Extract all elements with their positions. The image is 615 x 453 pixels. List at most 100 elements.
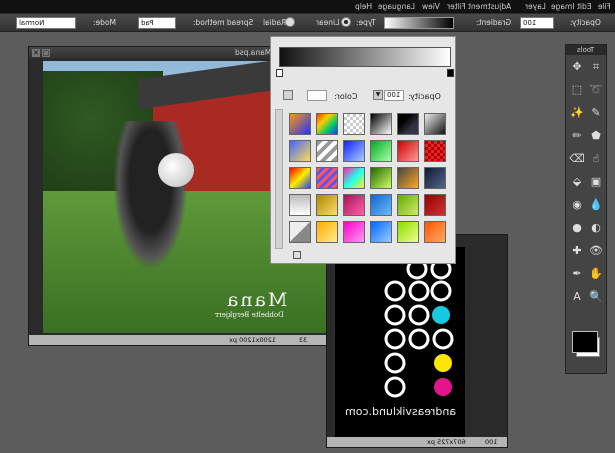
- gradient-bar[interactable]: [279, 47, 451, 67]
- move-icon[interactable]: ✥: [569, 59, 585, 75]
- gradient-preset-swatch[interactable]: [397, 221, 419, 243]
- logo-canvas: andreasviklund.com: [335, 247, 465, 437]
- zoom-value[interactable]: 33: [299, 335, 307, 345]
- gradient-preset-swatch[interactable]: [343, 113, 365, 135]
- document-status-bar-2: 607x725 px 100: [327, 437, 507, 447]
- burn-icon[interactable]: ◐: [588, 220, 604, 236]
- stop-opacity-input[interactable]: 100: [384, 90, 404, 101]
- gradient-preset-swatch[interactable]: [397, 167, 419, 189]
- gradient-preset-swatch[interactable]: [289, 194, 311, 216]
- redeye-icon[interactable]: 👁: [588, 243, 604, 259]
- document-dimensions: 1200x1200 px: [229, 336, 276, 344]
- stop-color-swatch[interactable]: [307, 90, 327, 101]
- watermark-subtitle: Dobbelte Bergkjerr: [215, 311, 284, 319]
- gradient-preset-swatch[interactable]: [343, 221, 365, 243]
- gradient-preset-swatch[interactable]: [316, 167, 338, 189]
- dodge-icon[interactable]: ●: [569, 220, 585, 236]
- gradient-preset-swatch[interactable]: [370, 167, 392, 189]
- zoom-icon[interactable]: 🔍: [588, 289, 604, 305]
- linear-label: Linear: [316, 18, 340, 27]
- logo-dot: [434, 378, 452, 396]
- color-stop-left[interactable]: [276, 69, 283, 77]
- gradient-preset-swatch[interactable]: [343, 194, 365, 216]
- crop-icon[interactable]: ⌗: [588, 59, 604, 75]
- marquee-icon[interactable]: ⬚: [569, 82, 585, 98]
- gradient-preset-swatch[interactable]: [289, 167, 311, 189]
- smudge-icon[interactable]: ☝: [588, 151, 604, 167]
- gradient-preset-swatch[interactable]: [370, 194, 392, 216]
- menu-help[interactable]: Help: [355, 2, 372, 11]
- new-preset-icon[interactable]: [293, 251, 301, 259]
- toolbox-panel: Tools ✥ ⌗ ⬚ ➰ ✨ ✎ ✏ ⬟ ⌫ ☝ ⬙ ▣ ◉ 💧 ● ◐ ✚ 👁 ✒ ✋ A 🔍: [565, 44, 607, 374]
- blur-icon[interactable]: 💧: [588, 197, 604, 213]
- gradient-preset-swatch[interactable]: [370, 140, 392, 162]
- toolbox-title: Tools: [566, 45, 606, 55]
- mode-select[interactable]: Normal: [16, 17, 76, 29]
- stop-opacity-label: Opacity:: [408, 92, 441, 101]
- menu-adjustment[interactable]: Adjustment: [468, 2, 511, 11]
- menu-filter[interactable]: Filter: [447, 2, 466, 11]
- logo-dot: [430, 280, 452, 302]
- gradient-editor-panel: ▦ Color: ▼ 100 Opacity:: [270, 36, 456, 264]
- gradient-preset-swatch[interactable]: [343, 167, 365, 189]
- gradient-preset-swatch[interactable]: [316, 194, 338, 216]
- gradient-preset-swatch[interactable]: [343, 140, 365, 162]
- logo-dot: [384, 328, 406, 350]
- gradient-preset-swatch[interactable]: [424, 167, 446, 189]
- pencil-icon[interactable]: ✏: [569, 128, 585, 144]
- menu-view[interactable]: View: [422, 2, 440, 11]
- gradient-preset-swatch[interactable]: [424, 194, 446, 216]
- delete-stop-icon[interactable]: ▦: [283, 90, 293, 100]
- menu-image[interactable]: Image: [551, 2, 575, 11]
- gradient-preset-swatch[interactable]: [316, 140, 338, 162]
- logo-dot: [408, 328, 430, 350]
- menu-edit[interactable]: Edit: [577, 2, 592, 11]
- gradient-preset-swatch[interactable]: [424, 140, 446, 162]
- eraser-icon[interactable]: ⌫: [569, 151, 585, 167]
- opacity-input[interactable]: 100: [520, 17, 554, 29]
- gradient-preset-swatch[interactable]: [370, 113, 392, 135]
- gradient-preset-swatch[interactable]: [397, 140, 419, 162]
- menu-layer[interactable]: Layer: [525, 2, 546, 11]
- radial-label: Radial: [263, 18, 287, 27]
- logo-dot: [408, 280, 430, 302]
- gradient-preset-swatch[interactable]: [424, 113, 446, 135]
- hand-icon[interactable]: ✋: [588, 266, 604, 282]
- pipette-icon[interactable]: ✒: [569, 266, 585, 282]
- gradient-preset-swatch[interactable]: [424, 221, 446, 243]
- radial-radio[interactable]: [285, 17, 295, 27]
- gradient-preset-swatch[interactable]: [316, 113, 338, 135]
- gradient-preset-swatch[interactable]: [370, 221, 392, 243]
- spread-select[interactable]: Pad: [138, 17, 176, 29]
- menu-file[interactable]: File: [598, 2, 611, 11]
- gradient-preview[interactable]: [384, 17, 454, 29]
- gradient-preset-swatch[interactable]: [316, 221, 338, 243]
- menu-language[interactable]: Language: [378, 2, 415, 11]
- stamp-icon[interactable]: ⬟: [588, 128, 604, 144]
- sponge-icon[interactable]: ◉: [569, 197, 585, 213]
- brush-icon[interactable]: ✎: [588, 105, 604, 121]
- fill-icon[interactable]: ⬙: [569, 174, 585, 190]
- zoom-value-2[interactable]: 100: [485, 437, 497, 447]
- color-stop-right[interactable]: [447, 69, 454, 77]
- gradient-preset-swatch[interactable]: [397, 194, 419, 216]
- foreground-color-swatch[interactable]: [572, 331, 598, 353]
- opacity-dropdown-icon[interactable]: ▼: [373, 90, 383, 100]
- maximize-icon[interactable]: □: [42, 49, 50, 57]
- gradient-tool-icon[interactable]: ▣: [588, 174, 604, 190]
- close-icon[interactable]: ✕: [32, 49, 40, 57]
- presets-scrollbar[interactable]: [275, 109, 283, 249]
- gradient-preset-swatch[interactable]: [397, 113, 419, 135]
- gradient-label: Gradient:: [476, 18, 512, 27]
- lasso-icon[interactable]: ➰: [588, 82, 604, 98]
- wand-icon[interactable]: ✨: [569, 105, 585, 121]
- gradient-preset-swatch[interactable]: [289, 221, 311, 243]
- logo-dot: [434, 354, 452, 372]
- text-icon[interactable]: A: [569, 289, 585, 305]
- gradient-preset-swatch[interactable]: [289, 113, 311, 135]
- heal-icon[interactable]: ✚: [569, 243, 585, 259]
- options-bar: Opacity: 100 Gradient: Type: Linear Radi…: [0, 14, 615, 32]
- linear-radio[interactable]: [341, 17, 351, 27]
- document-dimensions-2: 607x725 px: [427, 438, 466, 446]
- gradient-preset-swatch[interactable]: [289, 140, 311, 162]
